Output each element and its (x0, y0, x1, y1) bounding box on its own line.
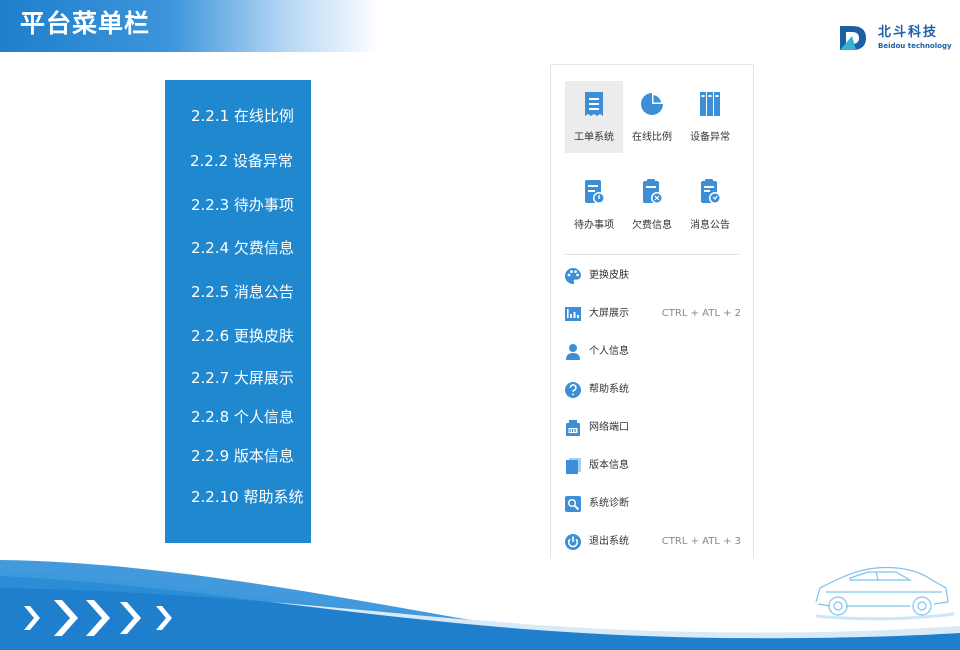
grid-tile-label: 设备异常 (690, 132, 730, 143)
menu-item-help[interactable]: 帮助系统 (551, 378, 755, 404)
menu-item-label: 大屏展示 (589, 308, 629, 319)
logo-subtitle: Beidou technology (878, 42, 952, 50)
monitor-icon (565, 307, 581, 321)
menu-item-label: 帮助系统 (589, 384, 629, 395)
pie-chart-icon (641, 93, 663, 115)
page-title: 平台菜单栏 (20, 9, 151, 38)
toc-item[interactable]: 2.2.5 消息公告 (165, 282, 311, 302)
toc-item[interactable]: 2.2.6 更换皮肤 (165, 326, 311, 346)
menu-item-network-port[interactable]: 网络端口 (551, 416, 755, 442)
toc-item[interactable]: 2.2.7 大屏展示 (165, 368, 311, 388)
company-logo: 北斗科技 Beidou technology (838, 24, 952, 54)
todo-icon (585, 180, 605, 204)
toc-panel: 2.2.1 在线比例 2.2.2 设备异常 2.2.3 待办事项 2.2.4 欠… (165, 80, 311, 543)
menu-item-version[interactable]: 版本信息 (551, 454, 755, 480)
car-illustration (815, 566, 955, 621)
toc-item[interactable]: 2.2.2 设备异常 (165, 151, 311, 171)
menu-item-exit[interactable]: 退出系统 CTRL + ATL + 3 (551, 530, 755, 556)
work-order-icon (585, 92, 603, 116)
menu-item-label: 更换皮肤 (589, 270, 629, 281)
diagnosis-icon (565, 496, 581, 512)
grid-tile-notice[interactable]: 消息公告 (681, 169, 739, 241)
menu-divider (565, 254, 739, 255)
grid-tile-online-ratio[interactable]: 在线比例 (623, 81, 681, 153)
grid-tile-arrears[interactable]: 欠费信息 (623, 169, 681, 241)
menu-item-label: 版本信息 (589, 460, 629, 471)
toc-item[interactable]: 2.2.9 版本信息 (165, 446, 311, 466)
toc-item[interactable]: 2.2.1 在线比例 (165, 106, 311, 126)
menu-item-shortcut: CTRL + ATL + 2 (661, 308, 741, 319)
platform-menu-panel: 工单系统 在线比例 设备异常 待办事项 欠费信息 消息公告 更换皮肤 大屏展示 … (550, 64, 754, 558)
logo-name: 北斗科技 (878, 25, 939, 40)
grid-tile-label: 欠费信息 (632, 220, 672, 231)
version-icon (566, 458, 581, 474)
menu-item-big-screen[interactable]: 大屏展示 CTRL + ATL + 2 (551, 302, 755, 328)
menu-item-shortcut: CTRL + ATL + 3 (661, 536, 741, 547)
toc-item[interactable]: 2.2.4 欠费信息 (165, 238, 311, 258)
grid-tile-todo[interactable]: 待办事项 (565, 169, 623, 241)
logo-mark-icon (840, 26, 866, 50)
network-port-icon (566, 420, 580, 436)
menu-item-label: 网络端口 (589, 422, 629, 433)
arrears-icon (643, 179, 663, 204)
user-icon (566, 344, 580, 360)
grid-tile-label: 在线比例 (632, 132, 672, 143)
grid-tile-label: 工单系统 (574, 132, 614, 143)
grid-tile-label: 消息公告 (690, 220, 730, 231)
menu-item-change-skin[interactable]: 更换皮肤 (551, 264, 755, 290)
menu-item-diagnosis[interactable]: 系统诊断 (551, 492, 755, 518)
menu-item-label: 系统诊断 (589, 498, 629, 509)
palette-icon (565, 268, 581, 284)
menu-item-label: 退出系统 (589, 536, 629, 547)
power-icon (565, 534, 581, 550)
grid-tile-work-order[interactable]: 工单系统 (565, 81, 623, 153)
menu-item-profile[interactable]: 个人信息 (551, 340, 755, 366)
help-icon (565, 382, 581, 398)
toc-item[interactable]: 2.2.10 帮助系统 (165, 487, 311, 507)
grid-tile-label: 待办事项 (574, 220, 614, 231)
grid-tile-device-alert[interactable]: 设备异常 (681, 81, 739, 153)
device-alert-icon (700, 92, 720, 116)
toc-item[interactable]: 2.2.3 待办事项 (165, 195, 311, 215)
toc-item[interactable]: 2.2.8 个人信息 (165, 407, 311, 427)
menu-item-label: 个人信息 (589, 346, 629, 357)
notice-icon (701, 179, 721, 204)
